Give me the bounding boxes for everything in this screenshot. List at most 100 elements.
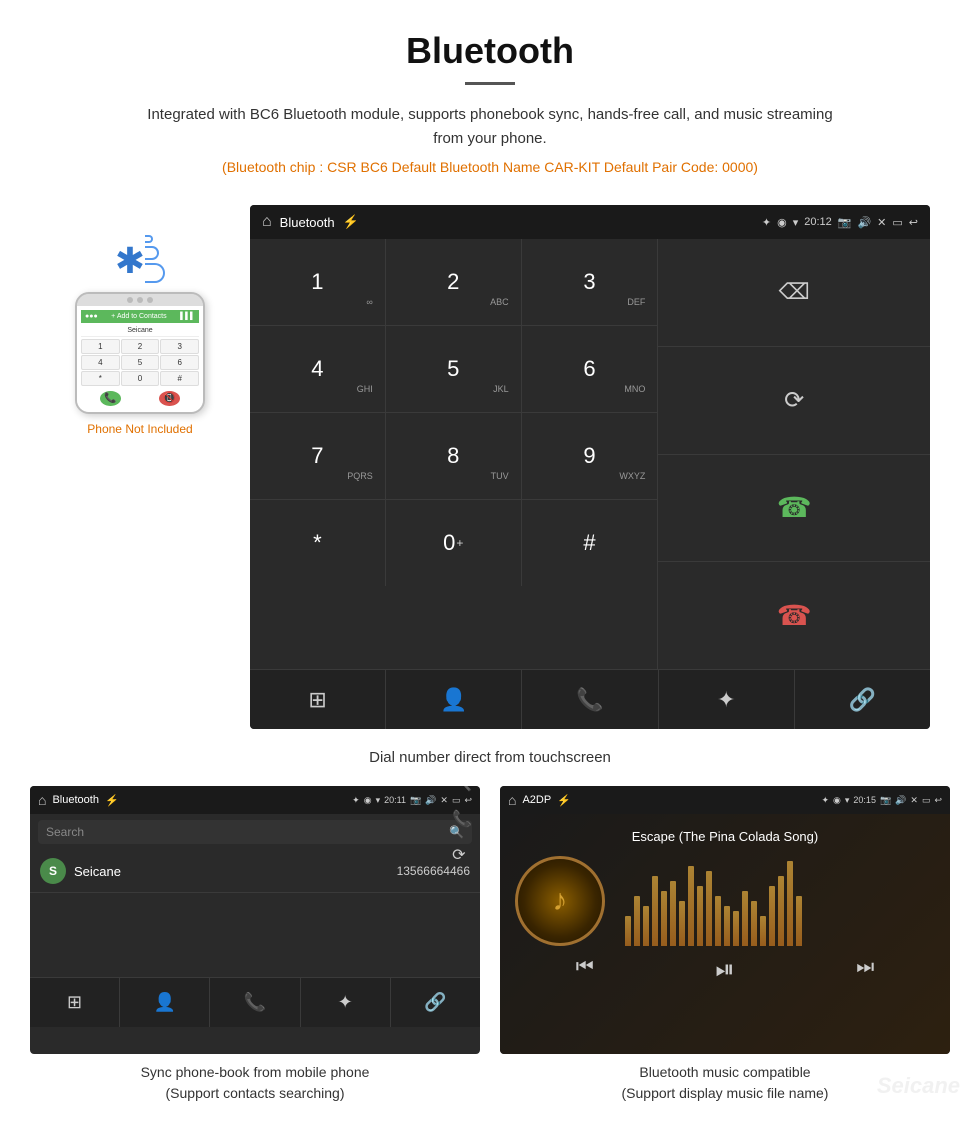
pb-btn-grid[interactable]: ⊞ [30, 978, 120, 1027]
music-status-left: ⌂ A2DP ⚡ [508, 792, 571, 808]
dial-key-1[interactable]: 1∞ [250, 239, 386, 325]
pb-pin: ◉ [364, 795, 372, 806]
music-usb-icon: ⚡ [557, 794, 571, 807]
music-screen: ⌂ A2DP ⚡ ✦ ◉ ▾ 20:15 📷 🔊 ✕ ▭ ↩ E [500, 786, 950, 1054]
pb-close[interactable]: ✕ [440, 795, 448, 806]
music-caption-text: Bluetooth music compatible(Support displ… [622, 1064, 829, 1101]
pb-home-icon[interactable]: ⌂ [38, 792, 46, 808]
dial-key-9[interactable]: 9WXYZ [522, 413, 658, 499]
pb-cam: 📷 [410, 795, 421, 806]
bluetooth-icon: ✱ [115, 240, 145, 282]
eq-bar [634, 896, 640, 946]
bluetooth-title: Bluetooth [280, 215, 335, 230]
dial-call-button[interactable]: ☎ [658, 455, 930, 563]
pb-btn-contacts[interactable]: 👤 [120, 978, 210, 1027]
dial-backspace[interactable]: ⌫ [658, 239, 930, 347]
music-prev-button[interactable]: ⏮ [576, 956, 594, 984]
bt-indicator: ✦ [762, 216, 771, 229]
pb-btn-link[interactable]: 🔗 [391, 978, 480, 1027]
music-playpause-button[interactable]: ⏯ [715, 956, 734, 984]
close-icon[interactable]: ✕ [877, 216, 886, 229]
eq-bar [733, 911, 739, 946]
page-specs: (Bluetooth chip : CSR BC6 Default Blueto… [20, 159, 960, 175]
music-equalizer [625, 856, 935, 946]
pb-time: 20:11 [384, 795, 406, 805]
dial-key-star[interactable]: * [250, 500, 386, 586]
pb-search-bar[interactable]: Search 🔍 [38, 820, 472, 844]
pb-search-side-icon[interactable]: 🔍 [452, 786, 472, 793]
eq-bar [661, 891, 667, 946]
music-status-bar: ⌂ A2DP ⚡ ✦ ◉ ▾ 20:15 📷 🔊 ✕ ▭ ↩ [500, 786, 950, 814]
music-back[interactable]: ↩ [934, 795, 942, 806]
dial-key-4[interactable]: 4GHI [250, 326, 386, 412]
eq-bar [778, 876, 784, 946]
pb-sync-icon[interactable]: ⟳ [452, 845, 472, 865]
dial-row-3: 7PQRS 8TUV 9WXYZ [250, 413, 657, 500]
dial-key-hash[interactable]: # [522, 500, 658, 586]
eq-bar [751, 901, 757, 946]
time-display: 20:12 [804, 216, 832, 228]
phone-key-6: 6 [160, 355, 199, 370]
music-next-button[interactable]: ⏭ [856, 956, 874, 984]
dial-key-5[interactable]: 5JKL [386, 326, 522, 412]
dial-container: 1∞ 2ABC 3DEF 4GHI 5JKL 6MNO 7PQRS 8TUV 9… [250, 239, 930, 669]
car-btn-contacts[interactable]: 👤 [386, 670, 522, 729]
car-btn-link[interactable]: 🔗 [795, 670, 930, 729]
dial-key-3[interactable]: 3DEF [522, 239, 658, 325]
phone-mockup: ●●● + Add to Contacts ▌▌▌ Seicane 1 2 3 … [75, 292, 205, 414]
wave-large [145, 263, 165, 283]
dial-refresh[interactable]: ⟳ [658, 347, 930, 455]
pb-call-side-icon[interactable]: 📞 [452, 809, 472, 829]
eq-bar [715, 896, 721, 946]
car-btn-phone[interactable]: 📞 [522, 670, 658, 729]
wave-medium [145, 246, 159, 260]
phone-screen: ●●● + Add to Contacts ▌▌▌ Seicane 1 2 3 … [77, 306, 203, 412]
eq-bar [724, 906, 730, 946]
music-home-icon[interactable]: ⌂ [508, 792, 516, 808]
dial-key-7[interactable]: 7PQRS [250, 413, 386, 499]
dial-key-2[interactable]: 2ABC [386, 239, 522, 325]
window-icon: ▭ [892, 216, 902, 229]
dial-right-panel: ⌫ ⟳ ☎ ☎ [657, 239, 930, 669]
page-header: Bluetooth Integrated with BC6 Bluetooth … [0, 0, 980, 205]
phone-key-7: * [81, 371, 120, 386]
pb-btn-bt[interactable]: ✦ [301, 978, 391, 1027]
wave-small [145, 235, 153, 243]
eq-bar [787, 861, 793, 946]
eq-bar [796, 896, 802, 946]
dial-key-0[interactable]: 0+ [386, 500, 522, 586]
eq-bar [706, 871, 712, 946]
music-controls: ⏮ ⏯ ⏭ [515, 946, 935, 989]
phonebook-caption: Sync phone-book from mobile phone(Suppor… [30, 1054, 480, 1104]
home-icon[interactable]: ⌂ [262, 213, 272, 231]
eq-bar [688, 866, 694, 946]
back-icon[interactable]: ↩ [909, 216, 918, 229]
pb-contact-row: S Seicane 13566664466 [30, 850, 480, 893]
phone-key-4: 4 [81, 355, 120, 370]
dial-key-8[interactable]: 8TUV [386, 413, 522, 499]
pb-btn-phone[interactable]: 📞 [210, 978, 300, 1027]
phone-status-text: ●●● [85, 313, 98, 320]
volume-icon: 🔊 [857, 216, 871, 229]
eq-bar [742, 891, 748, 946]
phone-top-bar [77, 294, 203, 306]
pb-contact-name: Seicane [74, 864, 389, 879]
dial-key-6[interactable]: 6MNO [522, 326, 658, 412]
phone-screen-top: ●●● + Add to Contacts ▌▌▌ [81, 310, 199, 323]
dial-row-4: * 0+ # [250, 500, 657, 586]
dial-end-call-button[interactable]: ☎ [658, 562, 930, 669]
car-btn-grid[interactable]: ⊞ [250, 670, 386, 729]
car-btn-bluetooth[interactable]: ✦ [659, 670, 795, 729]
music-close[interactable]: ✕ [910, 795, 918, 806]
music-status-right: ✦ ◉ ▾ 20:15 📷 🔊 ✕ ▭ ↩ [821, 795, 942, 806]
phonebook-caption-text: Sync phone-book from mobile phone(Suppor… [141, 1064, 370, 1101]
car-bottom-bar: ⊞ 👤 📞 ✦ 🔗 [250, 669, 930, 729]
eq-bar [652, 876, 658, 946]
phone-key-9: # [160, 371, 199, 386]
bluetooth-signal: ✱ [115, 235, 165, 287]
pb-bottom-bar: ⊞ 👤 📞 ✦ 🔗 [30, 977, 480, 1027]
car-status-bar: ⌂ Bluetooth ⚡ ✦ ◉ ▾ 20:12 📷 🔊 ✕ ▭ ↩ [250, 205, 930, 239]
music-song-title: Escape (The Pina Colada Song) [632, 829, 818, 844]
pb-contact-avatar: S [40, 858, 66, 884]
bottom-screenshots: ⌂ Bluetooth ⚡ ✦ ◉ ▾ 20:11 📷 🔊 ✕ ▭ ↩ [0, 786, 980, 1134]
